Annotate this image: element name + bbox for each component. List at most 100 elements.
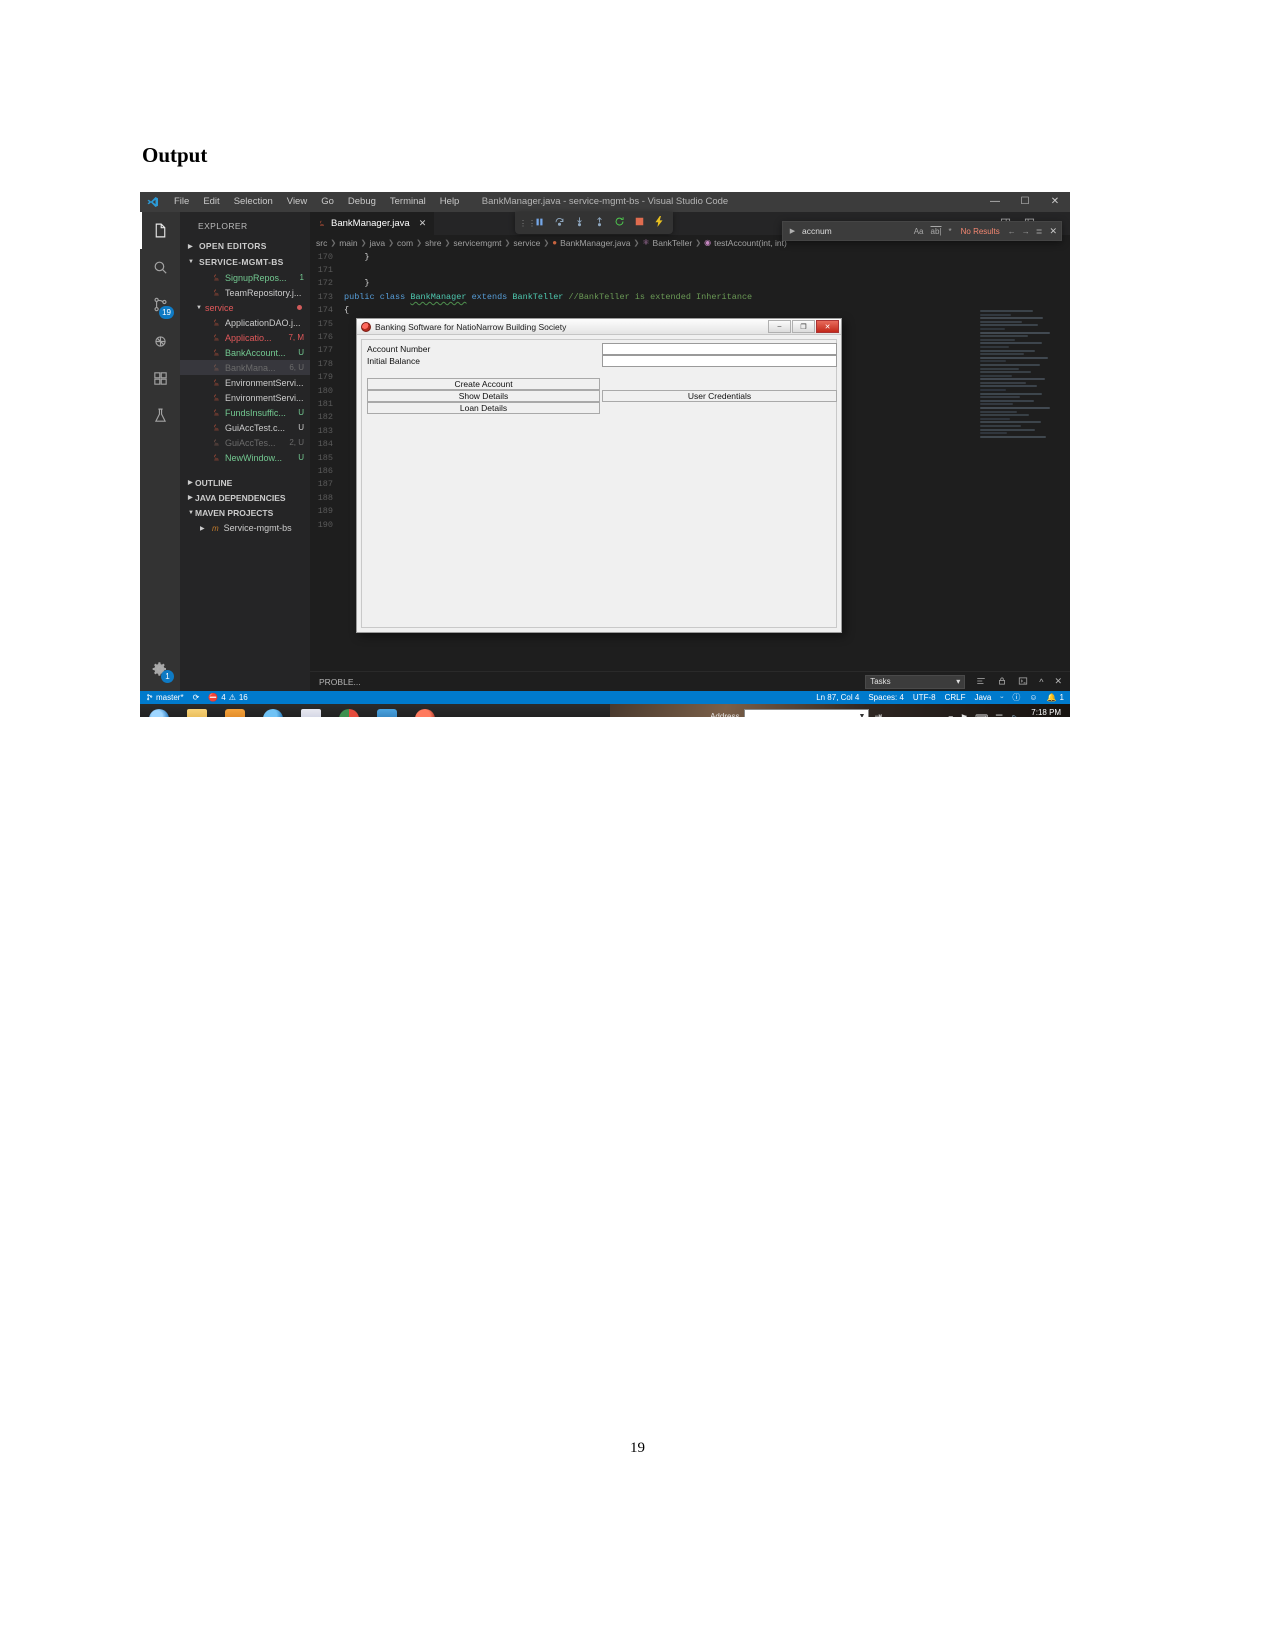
address-input[interactable]: ▼ [744,709,870,717]
regex-icon[interactable]: * [949,227,952,236]
menu-go[interactable]: Go [314,192,341,212]
go-icon[interactable]: ⇥ [874,711,882,717]
chevron-down-icon[interactable]: ▼ [859,713,869,717]
section-service-mgmt-bs[interactable]: ▼ SERVICE-MGMT-BS [180,254,310,270]
next-match-icon[interactable]: → [1022,227,1030,236]
start-icon[interactable] [140,705,178,717]
list-item[interactable]: EnvironmentServi... [180,390,310,405]
menu-selection[interactable]: Selection [227,192,280,212]
tray-volume-icon[interactable]: 🔈 [1010,713,1021,718]
clear-icon[interactable] [976,676,986,688]
activity-settings[interactable]: 1 [140,650,180,687]
windows-taskbar[interactable]: Address ▼ ⇥ ▾ ⚑ ⌨ ☰ 🔈 7:18 PM 7/17/2019 [140,704,1070,717]
menu-debug[interactable]: Debug [341,192,383,212]
list-item[interactable]: FundsInsuffic... U [180,405,310,420]
step-out-button[interactable] [589,216,609,230]
status-bar-right[interactable]: Ln 87, Col 4 Spaces: 4 UTF-8 CRLF Java ᵕ… [816,692,1064,703]
hot-reload-button[interactable] [649,216,669,230]
activity-bar[interactable]: 19 1 [140,212,180,691]
status-bar[interactable]: master* ⟳ ⛔ 4 ⚠ 16 Ln 87, Col 4 Spaces: … [140,691,1070,704]
maximize-panel-icon[interactable]: ^ [1039,677,1043,687]
breadcrumb-java[interactable]: java [370,238,386,248]
maven-project-item[interactable]: ▶ m Service-mgmt-bs [180,520,310,536]
list-item[interactable]: GuiAccTes... 2, U [180,435,310,450]
status-branch[interactable]: master* [146,693,184,703]
status-sync[interactable]: ⟳ [193,693,200,702]
status-eol[interactable]: CRLF [945,693,966,702]
breadcrumb-service[interactable]: service [513,238,540,248]
breadcrumb-src[interactable]: src [316,238,327,248]
loan-details-button[interactable]: Loan Details [367,402,600,414]
show-desktop-icon[interactable]: ▾ [949,713,954,718]
debug-toolbar[interactable]: ⋮⋮ [515,212,673,234]
network-icon[interactable]: ☰ [995,713,1003,718]
app-icon[interactable] [406,705,444,717]
panel-actions[interactable]: Tasks ▾ ^ ✕ [865,674,1070,689]
section-open-editors[interactable]: ▶ OPEN EDITORS [180,238,310,254]
activity-search[interactable] [140,249,180,286]
smiley-icon[interactable]: ☺ [1029,693,1037,702]
input-initial-balance[interactable] [602,355,837,367]
step-over-button[interactable] [549,216,569,230]
list-item-selected[interactable]: BankMana... 6, U [180,360,310,375]
status-notifications[interactable]: 🔔 1 [1047,693,1064,702]
breadcrumb-class[interactable]: BankTeller [653,238,693,248]
breadcrumb-method[interactable]: testAccount(int, int) [714,238,787,248]
keyboard-icon[interactable]: ⌨ [975,713,988,718]
expand-replace-icon[interactable]: ▶ [787,227,798,235]
list-item[interactable]: BankAccount... U [180,345,310,360]
activity-source-control[interactable]: 19 [140,286,180,323]
pause-button[interactable] [529,217,549,230]
activity-debug[interactable] [140,323,180,360]
activity-explorer[interactable] [140,212,180,249]
minimap[interactable] [980,310,1068,560]
list-item[interactable]: TeamRepository.j... [180,285,310,300]
section-java-dependencies[interactable]: ▶ JAVA DEPENDENCIES [180,490,310,505]
find-nav[interactable]: ← → ≣ [1004,227,1043,236]
breadcrumb-shre[interactable]: shre [425,238,442,248]
flag-icon[interactable]: ⚑ [960,713,968,718]
list-item[interactable]: NewWindow... U [180,450,310,465]
menu-view[interactable]: View [280,192,314,212]
minimize-button[interactable]: — [980,192,1010,212]
list-item[interactable]: Applicatio... 7, M [180,330,310,345]
find-in-selection-icon[interactable]: ≣ [1036,227,1043,236]
menu-edit[interactable]: Edit [196,192,226,212]
feedback-icon[interactable]: ᵕ [1000,693,1003,702]
folder-item-service[interactable]: ▼ service [180,300,310,315]
menu-bar[interactable]: File Edit Selection View Go Debug Termin… [167,192,466,212]
show-details-button[interactable]: Show Details [367,390,600,402]
maximize-button[interactable]: ❐ [792,320,815,333]
tab-bankmanager-java[interactable]: BankManager.java ✕ [310,212,435,235]
close-icon[interactable]: ✕ [419,218,427,229]
drag-handle-icon[interactable]: ⋮⋮ [519,219,536,228]
menu-terminal[interactable]: Terminal [383,192,433,212]
whole-word-icon[interactable]: ab| [931,227,942,236]
list-item[interactable]: GuiAccTest.c... U [180,420,310,435]
panel-tab-problems[interactable]: PROBLE... [310,677,370,687]
close-panel-icon[interactable]: ✕ [1054,676,1062,687]
status-encoding[interactable]: UTF-8 [913,693,936,702]
list-item[interactable]: ApplicationDAO.j... [180,315,310,330]
breadcrumb-main[interactable]: main [339,238,357,248]
task-filter-select[interactable]: Tasks ▾ [865,674,966,689]
list-item[interactable]: EnvironmentServi... [180,375,310,390]
close-icon[interactable]: ✕ [1042,226,1057,237]
folder-icon[interactable] [178,705,216,717]
firefox-icon[interactable] [254,705,292,717]
word-icon[interactable] [292,705,330,717]
swing-window-controls[interactable]: – ❐ ✕ [768,320,841,333]
breadcrumb-com[interactable]: com [397,238,413,248]
window-controls[interactable]: — ☐ ✕ [980,192,1070,212]
volume-icon[interactable] [368,705,406,717]
lock-icon[interactable] [997,676,1007,688]
input-account-number[interactable] [602,343,837,355]
step-into-button[interactable] [569,216,589,230]
close-button[interactable]: ✕ [1040,192,1070,212]
list-item[interactable]: SignupRepos... 1 [180,270,310,285]
find-input[interactable]: accnum [798,226,909,236]
create-account-button[interactable]: Create Account [367,378,600,390]
section-outline[interactable]: ▶ OUTLINE [180,475,310,490]
new-terminal-icon[interactable] [1018,676,1028,688]
status-language-mode[interactable]: Java [974,693,991,702]
